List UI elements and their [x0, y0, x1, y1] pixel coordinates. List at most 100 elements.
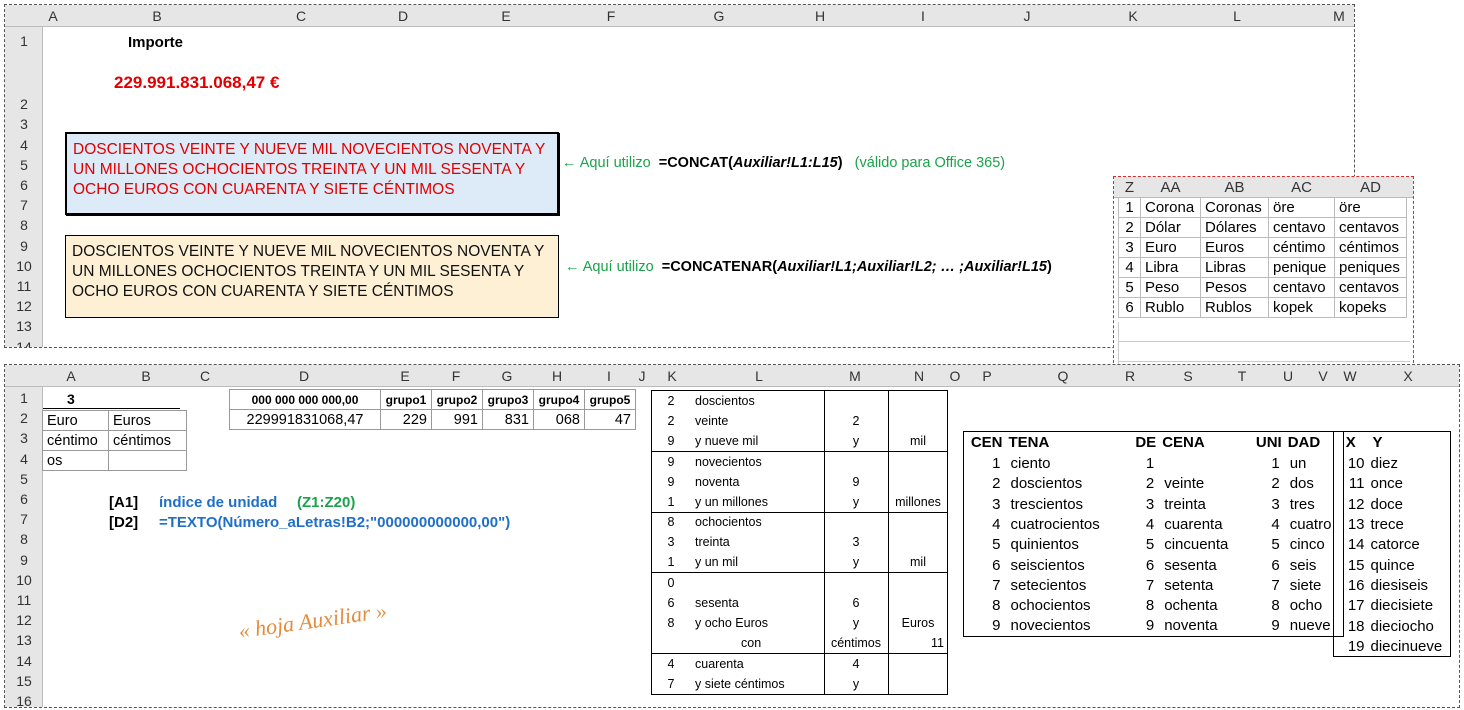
breakdown-cell[interactable]: [888, 511, 948, 533]
currency-cell[interactable]: peniques: [1334, 256, 1407, 278]
words-cell[interactable]: novecientos: [1006, 616, 1118, 636]
breakdown-cell[interactable]: y siete céntimos: [691, 674, 824, 694]
xy-cell[interactable]: 16: [1334, 575, 1368, 595]
words-cell[interactable]: 5: [1243, 535, 1285, 555]
breakdown-cell[interactable]: 8: [651, 613, 691, 633]
words-cell[interactable]: noventa: [1159, 616, 1243, 636]
currency-cell[interactable]: centavo: [1268, 276, 1335, 298]
cell[interactable]: [108, 450, 187, 471]
concatenar-result-box[interactable]: DOSCIENTOS VEINTE Y NUEVE MIL NOVECIENTO…: [65, 235, 559, 318]
breakdown-cell[interactable]: [888, 391, 948, 411]
row-header-6[interactable]: 6: [5, 177, 43, 193]
xy-cell[interactable]: trece: [1368, 514, 1451, 534]
breakdown-cell[interactable]: millones: [888, 492, 948, 512]
breakdown-cell[interactable]: [651, 633, 691, 653]
words-cell[interactable]: treinta: [1159, 494, 1243, 514]
breakdown-cell[interactable]: 4: [651, 652, 691, 674]
currency-cell[interactable]: Euros: [1200, 236, 1269, 258]
breakdown-cell[interactable]: 11: [888, 633, 948, 653]
words-cell[interactable]: 8: [1117, 596, 1159, 616]
words-cell[interactable]: 6: [1243, 555, 1285, 575]
breakdown-cell[interactable]: [824, 572, 888, 593]
row-header-12[interactable]: 12: [5, 612, 43, 628]
group-value[interactable]: 991: [431, 409, 483, 430]
group-header[interactable]: grupo5: [584, 389, 636, 410]
column-header-D[interactable]: D: [299, 368, 309, 384]
column-header-Q[interactable]: Q: [1058, 368, 1069, 384]
column-header-M[interactable]: M: [849, 368, 861, 384]
column-header-I[interactable]: I: [607, 368, 611, 384]
breakdown-cell[interactable]: [888, 652, 948, 674]
words-cell[interactable]: 1: [1243, 454, 1285, 474]
formatted-number[interactable]: 229991831068,47: [229, 409, 381, 430]
breakdown-cell[interactable]: céntimos: [824, 633, 888, 653]
column-header-R[interactable]: R: [1125, 368, 1135, 384]
words-cell[interactable]: 1: [1117, 454, 1159, 474]
breakdown-cell[interactable]: y ocho Euros: [691, 613, 824, 633]
words-cell[interactable]: cuarenta: [1159, 514, 1243, 534]
column-header-V[interactable]: V: [1318, 368, 1327, 384]
breakdown-cell[interactable]: sesenta: [691, 593, 824, 613]
cell[interactable]: os: [42, 450, 109, 471]
column-header-H[interactable]: H: [815, 8, 825, 24]
words-cell[interactable]: 9: [1243, 616, 1285, 636]
breakdown-cell[interactable]: 1: [651, 553, 691, 573]
row-header-5[interactable]: 5: [5, 157, 43, 173]
row-header-3[interactable]: 3: [5, 430, 43, 446]
breakdown-cell[interactable]: 0: [651, 572, 691, 593]
column-header-N[interactable]: N: [914, 368, 924, 384]
row-index[interactable]: 4: [1118, 256, 1141, 278]
xy-cell[interactable]: 11: [1334, 474, 1368, 494]
row-header-5[interactable]: 5: [5, 471, 43, 487]
row-header-8[interactable]: 8: [5, 217, 43, 233]
currency-cell[interactable]: céntimo: [1268, 236, 1335, 258]
words-cell[interactable]: doscientos: [1006, 474, 1118, 494]
column-header-A[interactable]: A: [48, 8, 57, 24]
breakdown-cell[interactable]: [888, 572, 948, 593]
column-header-AD[interactable]: AD: [1335, 178, 1407, 197]
column-header-B[interactable]: B: [141, 368, 150, 384]
words-cell[interactable]: 9: [964, 616, 1006, 636]
breakdown-cell[interactable]: y un mil: [691, 553, 824, 573]
words-cell[interactable]: 9: [1117, 616, 1159, 636]
breakdown-cell[interactable]: y: [824, 674, 888, 694]
row-header-4[interactable]: 4: [5, 451, 43, 467]
group-header[interactable]: grupo3: [482, 389, 534, 410]
words-cell[interactable]: 4: [1117, 514, 1159, 534]
breakdown-cell[interactable]: 2: [651, 411, 691, 431]
words-cell[interactable]: 5: [1117, 535, 1159, 555]
column-header-A[interactable]: A: [66, 368, 75, 384]
breakdown-cell[interactable]: 9: [651, 431, 691, 451]
column-header-D[interactable]: D: [398, 8, 408, 24]
breakdown-cell[interactable]: [824, 391, 888, 411]
cell[interactable]: Euros: [108, 410, 187, 431]
words-cell[interactable]: 4: [1243, 514, 1285, 534]
currency-cell[interactable]: Dólar: [1140, 216, 1201, 238]
breakdown-cell[interactable]: mil: [888, 553, 948, 573]
currency-cell[interactable]: Pesos: [1200, 276, 1269, 298]
xy-cell[interactable]: dieciocho: [1368, 616, 1451, 636]
row-header-13[interactable]: 13: [5, 632, 43, 648]
breakdown-cell[interactable]: noventa: [691, 472, 824, 492]
breakdown-cell[interactable]: cuarenta: [691, 652, 824, 674]
breakdown-cell[interactable]: novecientos: [691, 451, 824, 472]
row-header-2[interactable]: 2: [5, 96, 43, 112]
words-cell[interactable]: ciento: [1006, 454, 1118, 474]
breakdown-cell[interactable]: 1: [651, 492, 691, 512]
cell[interactable]: céntimos: [108, 430, 187, 451]
column-header-F[interactable]: F: [452, 368, 461, 384]
column-header-AC[interactable]: AC: [1269, 178, 1335, 197]
words-cell[interactable]: 3: [1243, 494, 1285, 514]
words-cell[interactable]: 3: [1117, 494, 1159, 514]
breakdown-cell[interactable]: Euros: [888, 613, 948, 633]
xy-cell[interactable]: 17: [1334, 596, 1368, 616]
currency-cell[interactable]: öre: [1334, 196, 1407, 218]
format-header[interactable]: 000 000 000 000,00: [229, 389, 381, 410]
currency-cell[interactable]: kopek: [1268, 296, 1335, 318]
row-header-2[interactable]: 2: [5, 410, 43, 426]
row-header-14[interactable]: 14: [5, 339, 43, 347]
column-header-C[interactable]: C: [296, 8, 306, 24]
breakdown-cell[interactable]: 6: [824, 593, 888, 613]
column-header-K[interactable]: K: [1128, 8, 1137, 24]
xy-cell[interactable]: quince: [1368, 555, 1451, 575]
